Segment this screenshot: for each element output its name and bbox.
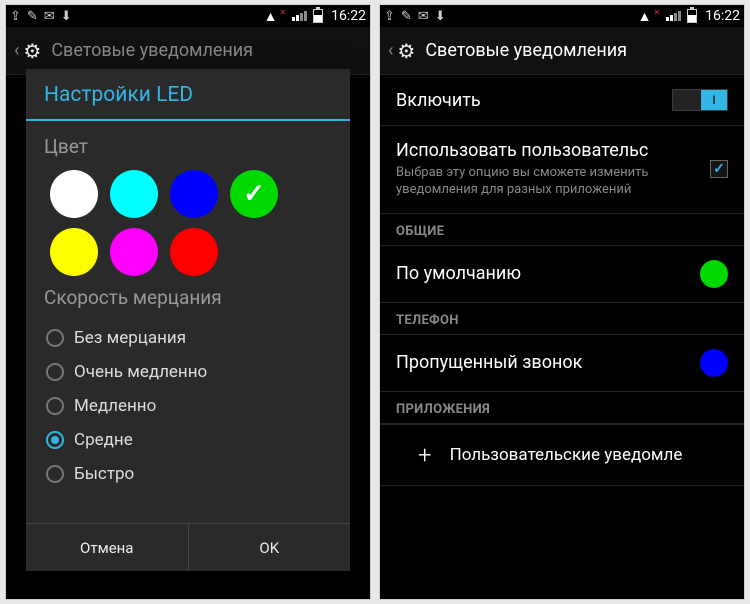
status-clock: 16:22	[705, 8, 740, 24]
screen-title: Световые уведомления	[425, 40, 627, 61]
radio-icon	[46, 465, 64, 483]
add-custom-label: Пользовательские уведомле	[450, 445, 683, 465]
battery-icon	[313, 9, 323, 23]
enable-label: Включить	[396, 90, 672, 111]
default-label: По умолчанию	[396, 263, 700, 284]
color-swatch-green[interactable]: ✓	[230, 170, 278, 218]
signal-icon	[666, 11, 681, 21]
status-icon: ✎	[27, 9, 38, 24]
default-color-dot	[700, 260, 728, 288]
phone-left: ⇪ ✎ ✉ ⬇ ▲✕ 16:22 ‹ ⚙ Световые уведомлени…	[5, 4, 371, 600]
check-icon: ✓	[243, 179, 265, 209]
dialog-button-bar: Отмена OK	[26, 523, 350, 571]
color-swatch-yellow[interactable]	[50, 228, 98, 276]
color-swatch-white[interactable]	[50, 170, 98, 218]
status-clock: 16:22	[331, 8, 366, 24]
status-icon: ✉	[44, 9, 55, 24]
speed-option[interactable]: Медленно	[44, 389, 332, 423]
signal-icon	[292, 11, 307, 21]
status-icon: ⇪	[384, 9, 395, 24]
wifi-icon: ▲	[264, 8, 278, 25]
use-custom-row[interactable]: Использовать пользовательс Выбрав эту оп…	[380, 126, 744, 214]
status-icon: ✎	[401, 9, 412, 24]
section-color-label: Цвет	[44, 135, 332, 158]
section-speed-label: Скорость мерцания	[44, 286, 332, 309]
missed-call-row[interactable]: Пропущенный звонок	[380, 335, 744, 392]
battery-icon	[687, 9, 697, 23]
speed-option[interactable]: Средне	[44, 423, 332, 457]
cancel-button[interactable]: Отмена	[26, 524, 188, 571]
speed-option[interactable]: Без мерцания	[44, 321, 332, 355]
use-custom-label: Использовать пользовательс	[396, 140, 710, 161]
speed-option-label: Медленно	[74, 396, 156, 416]
speed-radio-group: Без мерцания Очень медленно Медленно Средне…	[44, 321, 332, 491]
phone-right: ⇪ ✎ ✉ ⬇ ▲✕ 16:22 ‹ ⚙ Световые уведомлени…	[379, 4, 745, 600]
speed-option-label: Без мерцания	[74, 328, 186, 348]
gear-icon: ⚙	[397, 39, 415, 63]
missed-call-color-dot	[700, 349, 728, 377]
color-swatch-cyan[interactable]	[110, 170, 158, 218]
add-custom-row[interactable]: + Пользовательские уведомле	[380, 424, 744, 486]
status-icon: ⬇	[435, 9, 446, 24]
use-custom-desc: Выбрав эту опцию вы сможете изменить уве…	[396, 165, 710, 199]
category-general: ОБЩИЕ	[380, 214, 744, 246]
speed-option-label: Средне	[74, 430, 133, 450]
color-swatch-magenta[interactable]	[110, 228, 158, 276]
action-bar[interactable]: ‹ ⚙ Световые уведомления	[380, 27, 744, 75]
status-bar: ⇪ ✎ ✉ ⬇ ▲✕ 16:22	[380, 5, 744, 27]
ok-button[interactable]: OK	[188, 524, 351, 571]
color-swatch-blue[interactable]	[170, 170, 218, 218]
color-swatch-row	[44, 228, 332, 276]
back-icon[interactable]: ‹	[388, 40, 393, 61]
status-icon: ⇪	[10, 9, 21, 24]
category-apps: ПРИЛОЖЕНИЯ	[380, 392, 744, 424]
dialog-title: Настройки LED	[26, 69, 350, 119]
color-swatch-red[interactable]	[170, 228, 218, 276]
speed-option[interactable]: Очень медленно	[44, 355, 332, 389]
speed-option-label: Очень медленно	[74, 362, 207, 382]
status-icon: ✉	[418, 9, 429, 24]
enable-row[interactable]: Включить I	[380, 75, 744, 126]
radio-icon	[46, 329, 64, 347]
speed-option-label: Быстро	[74, 464, 134, 484]
radio-icon	[46, 397, 64, 415]
category-phone: ТЕЛЕФОН	[380, 303, 744, 335]
missed-call-label: Пропущенный звонок	[396, 352, 700, 373]
plus-icon: +	[418, 441, 432, 469]
status-icon: ⬇	[61, 9, 72, 24]
led-settings-dialog: Настройки LED Цвет ✓ Скорость мерцания Б…	[26, 69, 350, 571]
use-custom-checkbox[interactable]: ✓	[710, 160, 728, 178]
toggle-knob: I	[701, 90, 727, 110]
status-bar: ⇪ ✎ ✉ ⬇ ▲✕ 16:22	[6, 5, 370, 27]
radio-icon	[46, 363, 64, 381]
speed-option[interactable]: Быстро	[44, 457, 332, 491]
default-row[interactable]: По умолчанию	[380, 246, 744, 303]
color-swatch-row: ✓	[44, 170, 332, 218]
settings-list: Включить I Использовать пользовательс Вы…	[380, 75, 744, 486]
enable-toggle[interactable]: I	[672, 89, 728, 111]
radio-icon	[46, 431, 64, 449]
wifi-icon: ▲	[638, 8, 652, 25]
